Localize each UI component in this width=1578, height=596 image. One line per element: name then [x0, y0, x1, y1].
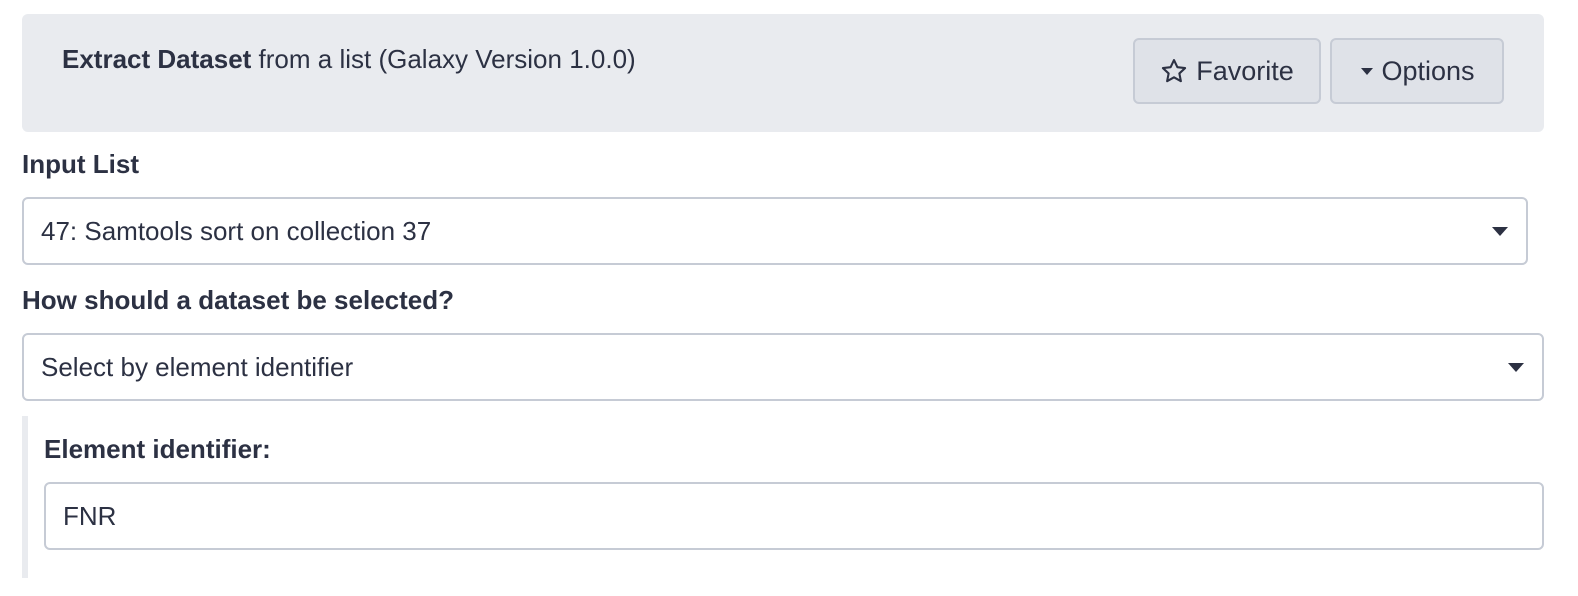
- tool-name: Extract Dataset: [62, 44, 252, 74]
- tool-description: from a list (Galaxy Version 1.0.0): [258, 44, 636, 74]
- options-button-label: Options: [1381, 55, 1475, 86]
- tool-title: Extract Dataset from a list (Galaxy Vers…: [62, 44, 636, 74]
- selection-mode-label: How should a dataset be selected?: [22, 285, 454, 315]
- selection-mode-value: Select by element identifier: [41, 351, 354, 382]
- selection-mode-select[interactable]: Select by element identifier: [22, 333, 1544, 401]
- input-list-label: Input List: [22, 149, 139, 179]
- input-list-select[interactable]: 47: Samtools sort on collection 37: [22, 197, 1528, 265]
- element-identifier-label: Element identifier:: [44, 434, 271, 464]
- favorite-button-label: Favorite: [1196, 55, 1294, 86]
- star-outline-icon: [1162, 58, 1187, 83]
- element-identifier-input[interactable]: FNR: [44, 482, 1544, 550]
- caret-down-icon: [1361, 68, 1374, 75]
- element-identifier-value: FNR: [63, 500, 117, 531]
- options-button[interactable]: Options: [1330, 38, 1504, 104]
- chevron-down-icon: [1508, 363, 1524, 372]
- favorite-button[interactable]: Favorite: [1133, 38, 1321, 104]
- input-list-value: 47: Samtools sort on collection 37: [41, 215, 432, 246]
- tool-header: Extract Dataset from a list (Galaxy Vers…: [22, 14, 1544, 132]
- chevron-down-icon: [1492, 227, 1508, 236]
